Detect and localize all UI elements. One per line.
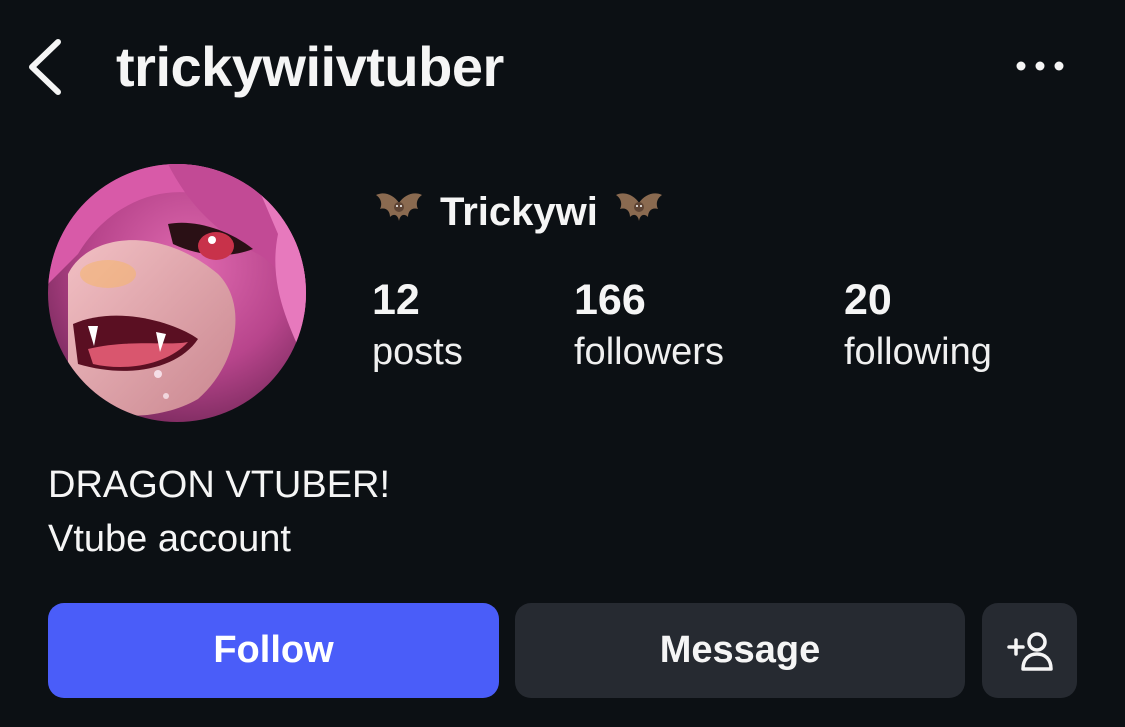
suggested-accounts-button[interactable] [982, 603, 1077, 698]
display-name: Trickywi [440, 190, 598, 234]
more-horizontal-icon [1016, 61, 1064, 71]
back-button[interactable] [22, 34, 72, 100]
followers-count: 166 [574, 276, 646, 324]
stat-following[interactable]: 20 following [844, 274, 992, 378]
followers-label: followers [574, 331, 724, 373]
follow-button[interactable]: Follow [48, 603, 499, 698]
chevron-left-icon [29, 39, 61, 95]
message-button[interactable]: Message [515, 603, 965, 698]
display-name-row: Trickywi [372, 184, 666, 240]
more-options-button[interactable] [1010, 50, 1070, 82]
avatar[interactable] [48, 164, 306, 422]
bat-icon [615, 193, 662, 221]
bio-line: Vtube account [48, 518, 291, 560]
avatar-image [48, 164, 306, 422]
following-label: following [844, 331, 992, 373]
bat-icon [376, 193, 422, 221]
profile-screen: trickywiivtuber Trickywi 12 posts 166 fo… [0, 0, 1125, 727]
add-person-icon [1006, 631, 1053, 671]
bio-line: DRAGON VTUBER! [48, 464, 391, 506]
following-count: 20 [844, 276, 892, 324]
posts-count: 12 [372, 276, 420, 324]
stat-posts[interactable]: 12 posts [372, 274, 463, 378]
bio: DRAGON VTUBER! Vtube account [48, 458, 390, 566]
posts-label: posts [372, 331, 463, 373]
stat-followers[interactable]: 166 followers [574, 274, 724, 378]
profile-username: trickywiivtuber [116, 35, 504, 98]
